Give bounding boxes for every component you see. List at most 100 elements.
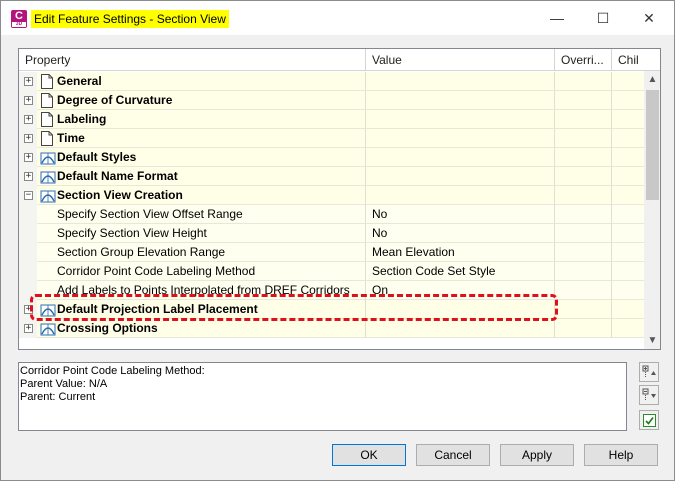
collapse-all-button[interactable]	[639, 385, 659, 405]
expand-icon[interactable]: +	[24, 305, 33, 314]
value-cell[interactable]	[366, 129, 555, 148]
override-cell[interactable]	[555, 262, 612, 281]
value-cell[interactable]	[366, 167, 555, 186]
grid-category-row[interactable]: + Default Name Format	[19, 167, 644, 186]
value-cell[interactable]	[366, 186, 555, 205]
override-cell[interactable]	[555, 319, 612, 338]
override-checkbox-button[interactable]	[639, 410, 659, 430]
override-cell[interactable]	[555, 167, 612, 186]
cancel-button[interactable]: Cancel	[416, 444, 490, 466]
grid-category-row[interactable]: + General	[19, 72, 644, 91]
close-button[interactable]: ✕	[633, 5, 665, 31]
value-cell[interactable]: No	[366, 224, 555, 243]
grid-category-row[interactable]: − Section View Creation	[19, 186, 644, 205]
expand-icon[interactable]: +	[24, 115, 33, 124]
property-cell[interactable]: − Section View Creation	[19, 186, 366, 205]
child-override-cell[interactable]	[612, 167, 644, 186]
override-cell[interactable]	[555, 91, 612, 110]
grid-property-row[interactable]: Corridor Point Code Labeling Method Secti…	[19, 262, 644, 281]
child-override-cell[interactable]	[612, 243, 644, 262]
property-cell[interactable]: + Default Name Format	[19, 167, 366, 186]
scroll-right-icon[interactable]: ▶	[627, 349, 644, 350]
property-cell[interactable]: + General	[19, 72, 366, 91]
property-cell[interactable]: Specify Section View Offset Range	[19, 205, 366, 224]
override-cell[interactable]	[555, 148, 612, 167]
grid-property-row[interactable]: Specify Section View Offset Range No	[19, 205, 644, 224]
value-cell[interactable]	[366, 300, 555, 319]
scroll-up-icon[interactable]: ▲	[644, 71, 660, 88]
property-cell[interactable]: Corridor Point Code Labeling Method	[19, 262, 366, 281]
value-cell[interactable]: Mean Elevation	[366, 243, 555, 262]
property-cell[interactable]: + Degree of Curvature	[19, 91, 366, 110]
minimize-button[interactable]: —	[541, 5, 573, 31]
property-cell[interactable]: Specify Section View Height	[19, 224, 366, 243]
property-cell[interactable]: + Default Projection Label Placement	[19, 300, 366, 319]
child-override-cell[interactable]	[612, 300, 644, 319]
column-header-child[interactable]: Chil	[612, 49, 644, 71]
expand-icon[interactable]: +	[24, 96, 33, 105]
horizontal-scrollbar[interactable]: ◀ ▶	[19, 349, 644, 350]
property-cell[interactable]: + Labeling	[19, 110, 366, 129]
grid-category-row[interactable]: + Default Styles	[19, 148, 644, 167]
grid-category-row[interactable]: + Default Projection Label Placement	[19, 300, 644, 319]
grid-category-row[interactable]: + Degree of Curvature	[19, 91, 644, 110]
column-header-override[interactable]: Overri...	[555, 49, 612, 71]
override-cell[interactable]	[555, 110, 612, 129]
property-cell[interactable]: + Time	[19, 129, 366, 148]
collapse-icon[interactable]: −	[24, 191, 33, 200]
override-cell[interactable]	[555, 224, 612, 243]
property-cell[interactable]: + Default Styles	[19, 148, 366, 167]
property-cell[interactable]: Add Labels to Points Interpolated from D…	[19, 281, 366, 300]
vertical-scroll-thumb[interactable]	[646, 90, 659, 200]
value-cell[interactable]	[366, 148, 555, 167]
value-cell[interactable]	[366, 72, 555, 91]
column-header-value[interactable]: Value	[366, 49, 555, 71]
override-cell[interactable]	[555, 72, 612, 91]
child-override-cell[interactable]	[612, 91, 644, 110]
property-cell[interactable]: + Crossing Options	[19, 319, 366, 338]
expand-all-button[interactable]	[639, 362, 659, 382]
grid-property-row[interactable]: Specify Section View Height No	[19, 224, 644, 243]
grid-property-row[interactable]: Add Labels to Points Interpolated from D…	[19, 281, 644, 300]
child-override-cell[interactable]	[612, 72, 644, 91]
child-override-cell[interactable]	[612, 262, 644, 281]
expand-icon[interactable]: +	[24, 153, 33, 162]
child-override-cell[interactable]	[612, 186, 644, 205]
scroll-down-icon[interactable]: ▼	[644, 332, 660, 349]
grid-category-row[interactable]: + Time	[19, 129, 644, 148]
value-cell[interactable]: On	[366, 281, 555, 300]
override-cell[interactable]	[555, 243, 612, 262]
child-override-cell[interactable]	[612, 205, 644, 224]
expand-icon[interactable]: +	[24, 77, 33, 86]
apply-button[interactable]: Apply	[500, 444, 574, 466]
property-grid[interactable]: Property Value Overri... Chil + General + D…	[18, 48, 661, 350]
help-button[interactable]: Help	[584, 444, 658, 466]
value-cell[interactable]	[366, 110, 555, 129]
child-override-cell[interactable]	[612, 110, 644, 129]
grid-category-row[interactable]: + Crossing Options	[19, 319, 644, 338]
expand-icon[interactable]: +	[24, 324, 33, 333]
scroll-left-icon[interactable]: ◀	[19, 349, 36, 350]
child-override-cell[interactable]	[612, 319, 644, 338]
child-override-cell[interactable]	[612, 281, 644, 300]
vertical-scrollbar[interactable]: ▲ ▼	[644, 71, 660, 349]
grid-category-row[interactable]: + Labeling	[19, 110, 644, 129]
value-cell[interactable]	[366, 319, 555, 338]
expand-icon[interactable]: +	[24, 134, 33, 143]
maximize-button[interactable]: ☐	[587, 5, 619, 31]
child-override-cell[interactable]	[612, 129, 644, 148]
override-cell[interactable]	[555, 281, 612, 300]
override-cell[interactable]	[555, 186, 612, 205]
child-override-cell[interactable]	[612, 148, 644, 167]
override-cell[interactable]	[555, 205, 612, 224]
column-header-property[interactable]: Property	[19, 49, 366, 71]
expand-icon[interactable]: +	[24, 172, 33, 181]
child-override-cell[interactable]	[612, 224, 644, 243]
value-cell[interactable]: No	[366, 205, 555, 224]
value-cell[interactable]	[366, 91, 555, 110]
override-cell[interactable]	[555, 129, 612, 148]
ok-button[interactable]: OK	[332, 444, 406, 466]
override-cell[interactable]	[555, 300, 612, 319]
grid-property-row[interactable]: Section Group Elevation Range Mean Elevat…	[19, 243, 644, 262]
property-cell[interactable]: Section Group Elevation Range	[19, 243, 366, 262]
